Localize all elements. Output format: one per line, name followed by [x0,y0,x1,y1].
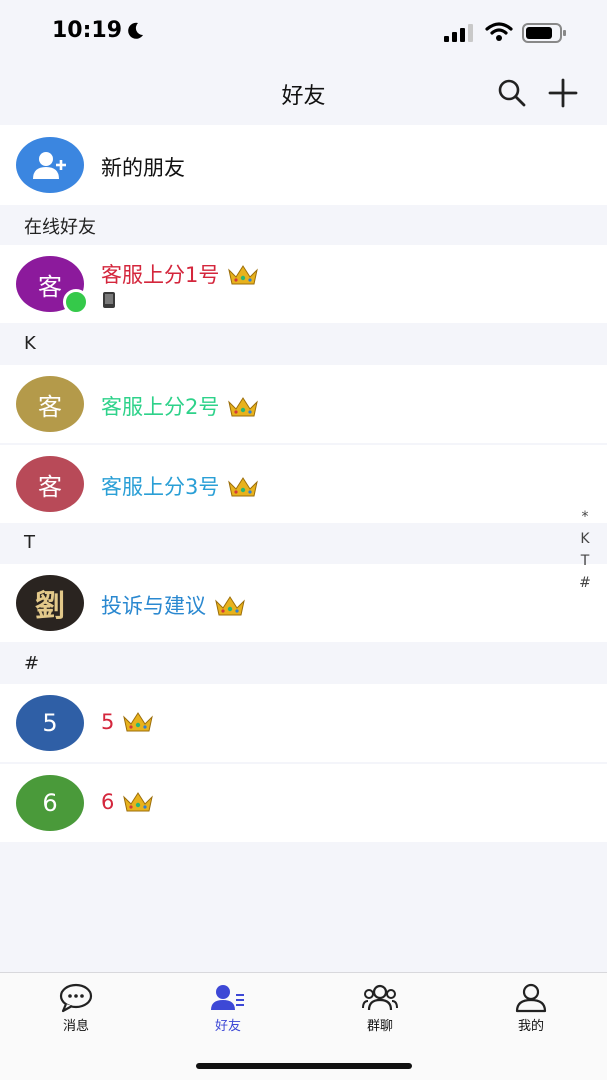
crown-icon [228,397,259,417]
section-header-k: K [24,333,36,354]
index-item[interactable]: T [576,550,594,572]
add-icon[interactable] [547,77,579,109]
tab-label: 好友 [214,1019,241,1034]
avatar-text: 6 [42,789,58,817]
moon-icon [128,22,143,39]
search-icon[interactable] [497,78,527,108]
tab-messages[interactable]: 消息 [0,973,152,1043]
tab-label: 消息 [62,1019,89,1034]
contact-name: 客服上分1号 [101,259,259,289]
tab-group-chat[interactable]: 群聊 [304,973,456,1043]
contact-avatar: 5 [16,695,84,751]
friends-icon [211,985,244,1010]
contact-name: 5 [101,710,154,734]
tab-label: 群聊 [366,1019,393,1034]
phone-device-icon [103,292,115,308]
new-friends-row[interactable]: 新的朋友 [0,125,607,205]
contact-row[interactable]: 客 客服上分1号 [0,245,607,323]
contact-row[interactable]: 5 5 [0,684,607,762]
person-icon [515,983,547,1013]
contact-row[interactable]: 客 客服上分3号 [0,445,607,523]
crown-icon [228,477,259,497]
index-item[interactable]: * [576,506,594,528]
new-friend-avatar [16,137,84,193]
add-friend-icon [33,152,66,179]
section-header-online: 在线好友 [24,217,96,238]
battery-icon [522,23,566,43]
contact-name: 客服上分2号 [101,391,259,421]
chat-bubble-icon [59,983,93,1013]
contact-avatar: 客 [16,456,84,512]
section-header-t: T [24,532,35,553]
wifi-icon [485,22,513,41]
alphabet-index-bar[interactable]: * K T # [576,506,594,594]
contact-name: 客服上分3号 [101,471,259,501]
nav-bar: 好友 [0,66,607,124]
index-item[interactable]: K [576,528,594,550]
crown-icon [215,596,245,616]
avatar-text: 客 [38,472,62,501]
crown-icon [123,792,154,812]
index-item[interactable]: # [576,572,594,594]
new-friends-label: 新的朋友 [101,156,185,180]
group-icon [362,984,398,1011]
contact-avatar: 劉 [16,575,84,631]
tab-friends[interactable]: 好友 [152,973,304,1043]
online-status-indicator [63,289,89,315]
tab-me[interactable]: 我的 [455,973,607,1043]
contact-name: 投诉与建议 [101,590,246,620]
avatar-text: 客 [38,272,62,301]
crown-icon [228,265,259,285]
status-time: 10:19 [52,18,123,43]
contact-row[interactable]: 劉 投诉与建议 [0,564,607,642]
status-bar: 10:19 [0,0,607,66]
contact-avatar: 6 [16,775,84,831]
avatar-text: 5 [42,709,58,737]
contact-row[interactable]: 客 客服上分2号 [0,365,607,443]
crown-icon [123,712,154,732]
contact-avatar: 客 [16,376,84,432]
home-indicator [196,1063,412,1069]
contact-name: 6 [101,790,154,814]
tab-label: 我的 [517,1019,544,1034]
cellular-signal-icon [444,24,473,42]
section-header-hash: # [24,653,40,674]
contact-row[interactable]: 6 6 [0,764,607,842]
avatar-text: 客 [38,392,62,421]
avatar-text: 劉 [35,589,65,624]
